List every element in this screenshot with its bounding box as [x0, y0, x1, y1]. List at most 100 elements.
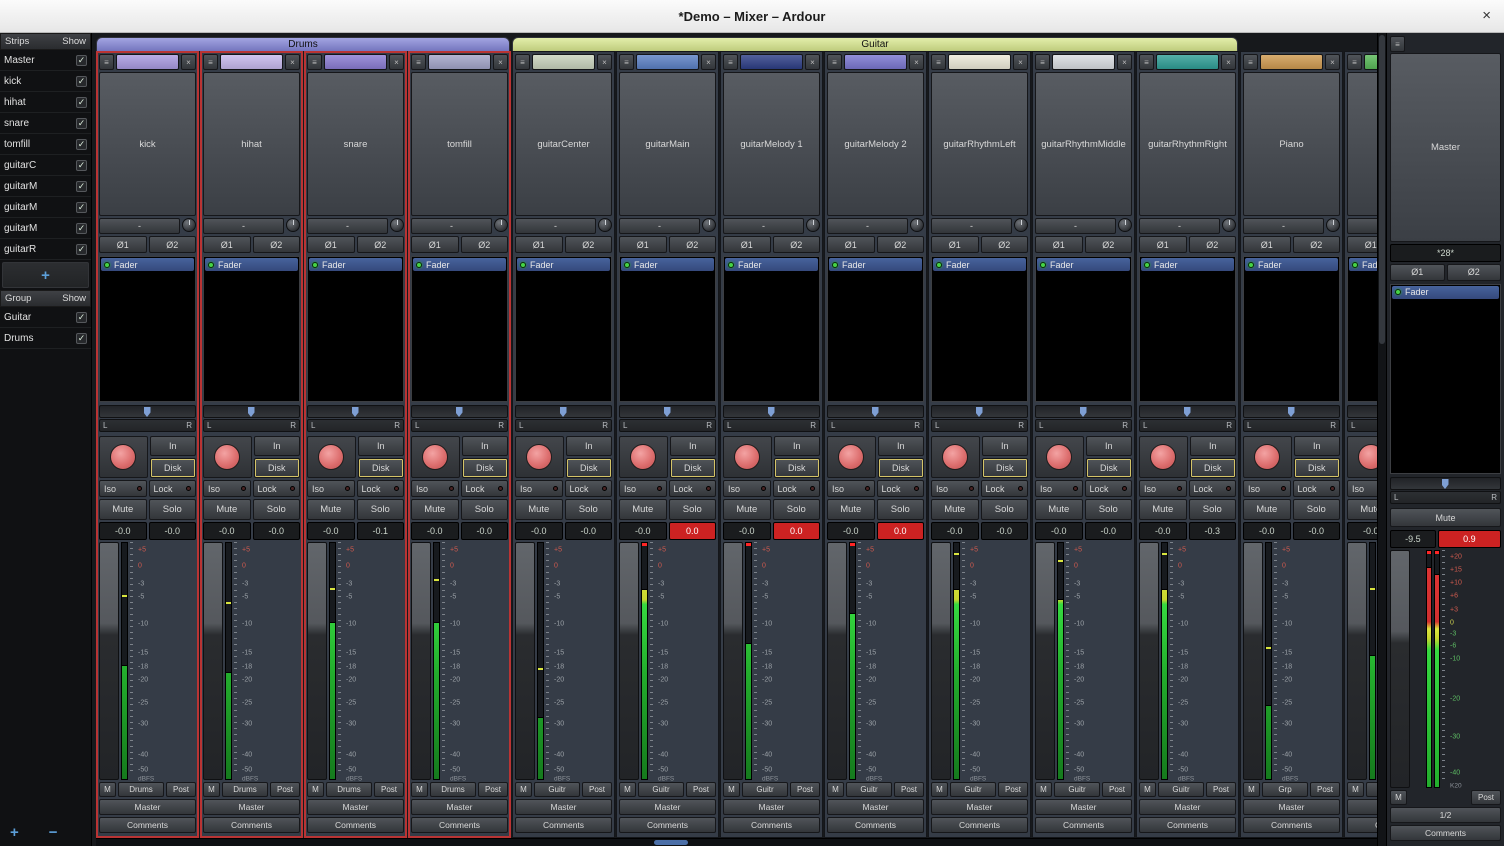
- gain-fader[interactable]: [203, 542, 223, 780]
- fader-processor[interactable]: Fader: [1349, 258, 1377, 271]
- trim-knob[interactable]: [910, 218, 924, 232]
- processor-box[interactable]: Fader: [515, 256, 612, 402]
- solo-isolate-button[interactable]: Iso: [307, 480, 355, 497]
- fader-processor[interactable]: Fader: [101, 258, 194, 271]
- comments-button[interactable]: Comments: [827, 817, 924, 833]
- mute-button[interactable]: Mute: [1347, 499, 1377, 520]
- record-arm-button[interactable]: [838, 444, 864, 470]
- pan-handle[interactable]: [664, 407, 671, 417]
- mute-button[interactable]: Mute: [1139, 499, 1187, 520]
- input-button[interactable]: -: [1139, 218, 1220, 234]
- mute-button[interactable]: Mute: [827, 499, 875, 520]
- gain-display[interactable]: -0.0: [827, 522, 875, 540]
- pan-handle[interactable]: [560, 407, 567, 417]
- comments-button[interactable]: Comments: [99, 817, 196, 833]
- sidebar-strip-item-checkbox[interactable]: ✓: [76, 97, 87, 108]
- processor-active-led[interactable]: [1395, 289, 1401, 295]
- metering-point-button[interactable]: Post: [998, 782, 1028, 797]
- strip-color-swatch[interactable]: [220, 54, 283, 70]
- monitor-disk-button[interactable]: Disk: [254, 458, 301, 478]
- output-button[interactable]: Master: [99, 799, 196, 815]
- mute-button[interactable]: Mute: [723, 499, 771, 520]
- strip-menu-button[interactable]: ≡: [619, 54, 634, 70]
- output-button[interactable]: Master: [515, 799, 612, 815]
- solo-lock-button[interactable]: Lock: [149, 480, 197, 497]
- pan-handle[interactable]: [872, 407, 879, 417]
- solo-isolate-button[interactable]: Iso: [1243, 480, 1291, 497]
- gain-display[interactable]: -0.0: [203, 522, 251, 540]
- sidebar-group-item-checkbox[interactable]: ✓: [76, 333, 87, 344]
- phase-invert-1-button[interactable]: Ø1: [1243, 236, 1291, 253]
- remove-group-button[interactable]: −: [49, 825, 58, 840]
- m-button[interactable]: M: [1390, 790, 1407, 805]
- strip-color-swatch[interactable]: [844, 54, 907, 70]
- solo-lock-button[interactable]: Lock: [773, 480, 821, 497]
- m-button[interactable]: M: [99, 782, 116, 797]
- comments-button[interactable]: Comments: [411, 817, 508, 833]
- master-strip[interactable]: ≡ Master *28* Ø1 Ø2 Fader L R Mute -9.5: [1386, 33, 1504, 846]
- mute-button[interactable]: Mute: [1035, 499, 1083, 520]
- output-button[interactable]: Master: [203, 799, 300, 815]
- mute-button[interactable]: Mute: [931, 499, 979, 520]
- group-tab-drums[interactable]: Drums: [96, 37, 510, 51]
- fader-processor[interactable]: Fader: [621, 258, 714, 271]
- phase-invert-2-button[interactable]: Ø2: [1189, 236, 1237, 253]
- pan-slider[interactable]: [1139, 405, 1236, 418]
- solo-isolate-button[interactable]: Iso: [1139, 480, 1187, 497]
- sidebar-strip-item-checkbox[interactable]: ✓: [76, 223, 87, 234]
- sidebar-strip-item-checkbox[interactable]: ✓: [76, 181, 87, 192]
- phase-invert-1-button[interactable]: Ø1: [411, 236, 459, 253]
- monitor-input-button[interactable]: In: [774, 436, 821, 456]
- peak-display[interactable]: -0.0: [1293, 522, 1341, 540]
- pan-slider[interactable]: [1243, 405, 1340, 418]
- sidebar-strip-item-checkbox[interactable]: ✓: [76, 118, 87, 129]
- output-button[interactable]: Master: [1243, 799, 1340, 815]
- phase-invert-2-button[interactable]: Ø2: [253, 236, 301, 253]
- pan-slider[interactable]: [1390, 477, 1501, 490]
- gain-fader[interactable]: [1243, 542, 1263, 780]
- clip-indicator[interactable]: [746, 543, 751, 546]
- gain-fader[interactable]: [931, 542, 951, 780]
- strip-menu-button[interactable]: ≡: [1139, 54, 1154, 70]
- strip-name-button[interactable]: kick: [99, 72, 196, 216]
- m-button[interactable]: M: [307, 782, 324, 797]
- sidebar-strip-item[interactable]: guitarR✓: [0, 239, 91, 260]
- output-button[interactable]: Master: [411, 799, 508, 815]
- pan-slider[interactable]: [1347, 405, 1377, 418]
- monitor-disk-button[interactable]: Disk: [566, 458, 613, 478]
- gain-fader[interactable]: [99, 542, 119, 780]
- strip-menu-button[interactable]: ≡: [827, 54, 842, 70]
- comments-button[interactable]: Comments: [515, 817, 612, 833]
- monitor-input-button[interactable]: In: [1190, 436, 1237, 456]
- peak-display[interactable]: -0.3: [1189, 522, 1237, 540]
- peak-display[interactable]: 0.0: [669, 522, 717, 540]
- phase-invert-1-button[interactable]: Ø1: [931, 236, 979, 253]
- comments-button[interactable]: Comments: [1243, 817, 1340, 833]
- m-button[interactable]: M: [411, 782, 428, 797]
- gain-display[interactable]: -0.0: [931, 522, 979, 540]
- gain-display[interactable]: -0.0: [411, 522, 459, 540]
- input-button[interactable]: -: [203, 218, 284, 234]
- processor-active-led[interactable]: [1144, 262, 1150, 268]
- peak-display[interactable]: 0.0: [877, 522, 925, 540]
- group-button[interactable]: Drums: [326, 782, 372, 797]
- sidebar-strip-item[interactable]: hihat✓: [0, 92, 91, 113]
- processor-active-led[interactable]: [624, 262, 630, 268]
- strip-hide-button[interactable]: ×: [1117, 54, 1132, 70]
- processor-active-led[interactable]: [728, 262, 734, 268]
- metering-point-button[interactable]: Post: [1102, 782, 1132, 797]
- pan-slider[interactable]: [931, 405, 1028, 418]
- channel-strip-guitarCenter[interactable]: ≡×guitarCenter-Ø1Ø2FaderLRInDiskIsoLockM…: [512, 51, 615, 838]
- pan-handle[interactable]: [1442, 479, 1449, 489]
- processor-box[interactable]: Fader: [411, 256, 508, 402]
- strip-name-button[interactable]: guitarRhythmLeft: [931, 72, 1028, 216]
- comments-button[interactable]: Comments: [1139, 817, 1236, 833]
- solo-isolate-button[interactable]: Iso: [515, 480, 563, 497]
- channel-strip-guitarMain[interactable]: ≡×guitarMain-Ø1Ø2FaderLRInDiskIsoLockMut…: [616, 51, 719, 838]
- solo-button[interactable]: Solo: [1293, 499, 1341, 520]
- processor-active-led[interactable]: [832, 262, 838, 268]
- channel-strip-hihat[interactable]: ≡×hihat-Ø1Ø2FaderLRInDiskIsoLockMuteSolo…: [200, 51, 303, 838]
- vertical-scrollbar-thumb[interactable]: [1379, 35, 1385, 344]
- input-button[interactable]: -: [723, 218, 804, 234]
- clip-indicator[interactable]: [850, 543, 855, 546]
